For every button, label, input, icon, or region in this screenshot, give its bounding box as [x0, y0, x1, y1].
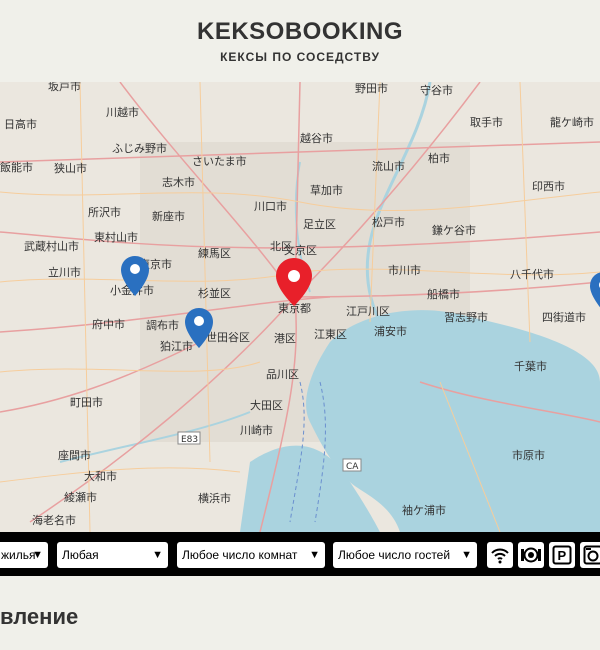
map-label: 所沢市 — [88, 205, 121, 219]
offer-pin-icon[interactable] — [185, 308, 213, 348]
guests-select[interactable]: Любое число гостей ▼ — [333, 542, 477, 568]
map-label: 四街道市 — [542, 310, 586, 324]
map-label: 江東区 — [314, 328, 347, 341]
map-label: 調布市 — [146, 318, 179, 332]
chevron-down-icon: ▼ — [459, 542, 472, 568]
map-label: 立川市 — [48, 265, 81, 279]
map-label: 印西市 — [532, 179, 565, 193]
wifi-icon[interactable] — [487, 542, 513, 568]
map-label: 龍ケ崎市 — [550, 115, 594, 129]
map-label: 市川市 — [388, 263, 421, 277]
map-label: 文京区 — [284, 243, 317, 257]
map-filters: жилья ▼ Любая ▼ Любое число комнат ▼ Люб… — [0, 532, 600, 576]
map-canvas[interactable]: 坂戸市 野田市 守谷市 日高市 川越市 越谷市 取手市 龍ケ崎市 ふじみ野市 さ… — [0, 82, 600, 532]
map-label: 船橋市 — [427, 287, 460, 301]
map-label: 新座市 — [152, 209, 185, 223]
site-logo[interactable]: KEKSOBOOKING — [0, 18, 600, 46]
road-shield-label: E83 — [181, 435, 198, 445]
map-label: 綾瀬市 — [64, 490, 97, 504]
map-label: 東村山市 — [94, 230, 138, 244]
map-label: 流山市 — [372, 159, 405, 173]
map-label: 川口市 — [254, 199, 287, 213]
main-pin-icon[interactable] — [276, 258, 312, 306]
map-label: ふじみ野市 — [112, 141, 167, 155]
map-label: 袖ケ浦市 — [402, 503, 446, 517]
map-label: 武蔵村山市 — [24, 239, 79, 253]
map-label: 川崎市 — [240, 423, 273, 437]
road-shield-label: CA — [346, 462, 359, 472]
map-label: 飯能市 — [0, 160, 33, 174]
map-tiles: 坂戸市 野田市 守谷市 日高市 川越市 越谷市 取手市 龍ケ崎市 ふじみ野市 さ… — [0, 82, 600, 532]
site-tagline: КЕКСЫ ПО СОСЕДСТВУ — [220, 50, 380, 64]
map-label: 守谷市 — [420, 83, 453, 97]
map-label: 坂戸市 — [48, 82, 81, 93]
section-title: вление — [0, 604, 79, 629]
map-label: 杉並区 — [198, 286, 231, 300]
map-label: 海老名市 — [32, 513, 76, 527]
price-value: Любая — [62, 548, 99, 562]
map-label: 座間市 — [58, 448, 91, 462]
map-label: 越谷市 — [300, 131, 333, 145]
map-label: 市原市 — [512, 448, 545, 462]
map-label: 大和市 — [84, 469, 117, 483]
rooms-value: Любое число комнат — [182, 548, 298, 562]
map-label: 八千代市 — [510, 267, 554, 281]
chevron-down-icon: ▼ — [152, 549, 163, 561]
map-label: 大田区 — [250, 398, 283, 412]
offer-pin-icon[interactable] — [590, 272, 600, 312]
rooms-select[interactable]: Любое число комнат ▼ — [177, 542, 325, 568]
parking-icon[interactable]: P — [549, 542, 575, 568]
map-label: 品川区 — [266, 368, 299, 381]
svg-text:P: P — [558, 548, 567, 563]
price-select[interactable]: Любая ▼ — [57, 542, 168, 568]
map-label: 松戸市 — [372, 215, 405, 229]
map-label: 町田市 — [70, 395, 103, 409]
map-label: 江戸川区 — [346, 305, 390, 318]
map-label: さいたま市 — [192, 154, 247, 168]
site-header: KEKSOBOOKING КЕКСЫ ПО СОСЕДСТВУ — [0, 0, 600, 82]
chevron-down-icon: ▼ — [307, 542, 320, 568]
map-label: 草加市 — [310, 183, 343, 197]
chevron-down-icon: ▼ — [32, 549, 43, 561]
map-label: 浦安市 — [374, 324, 407, 338]
map-label: 鎌ケ谷市 — [432, 223, 476, 237]
map-label: 横浜市 — [198, 491, 231, 505]
map-label: 府中市 — [92, 317, 125, 331]
guests-value: Любое число гостей — [338, 548, 451, 562]
map-label: 足立区 — [303, 217, 336, 231]
map-label: 習志野市 — [444, 310, 488, 324]
map-label: 狭山市 — [54, 161, 87, 175]
map-label: 取手市 — [470, 115, 503, 129]
offer-pin-icon[interactable] — [121, 256, 149, 296]
map-label: 柏市 — [428, 151, 450, 165]
map-label: 練馬区 — [198, 246, 231, 260]
map-label: 野田市 — [355, 82, 388, 95]
housing-type-value: жилья — [1, 548, 36, 562]
map-label: 川越市 — [106, 105, 139, 119]
housing-type-select[interactable]: жилья ▼ — [0, 542, 48, 568]
map-label: 日高市 — [4, 117, 37, 131]
map-label: 千葉市 — [514, 359, 547, 373]
dishwasher-icon[interactable] — [518, 542, 544, 568]
washer-icon[interactable] — [580, 542, 600, 568]
map-label: 志木市 — [162, 175, 195, 189]
map-label: 港区 — [274, 332, 296, 345]
